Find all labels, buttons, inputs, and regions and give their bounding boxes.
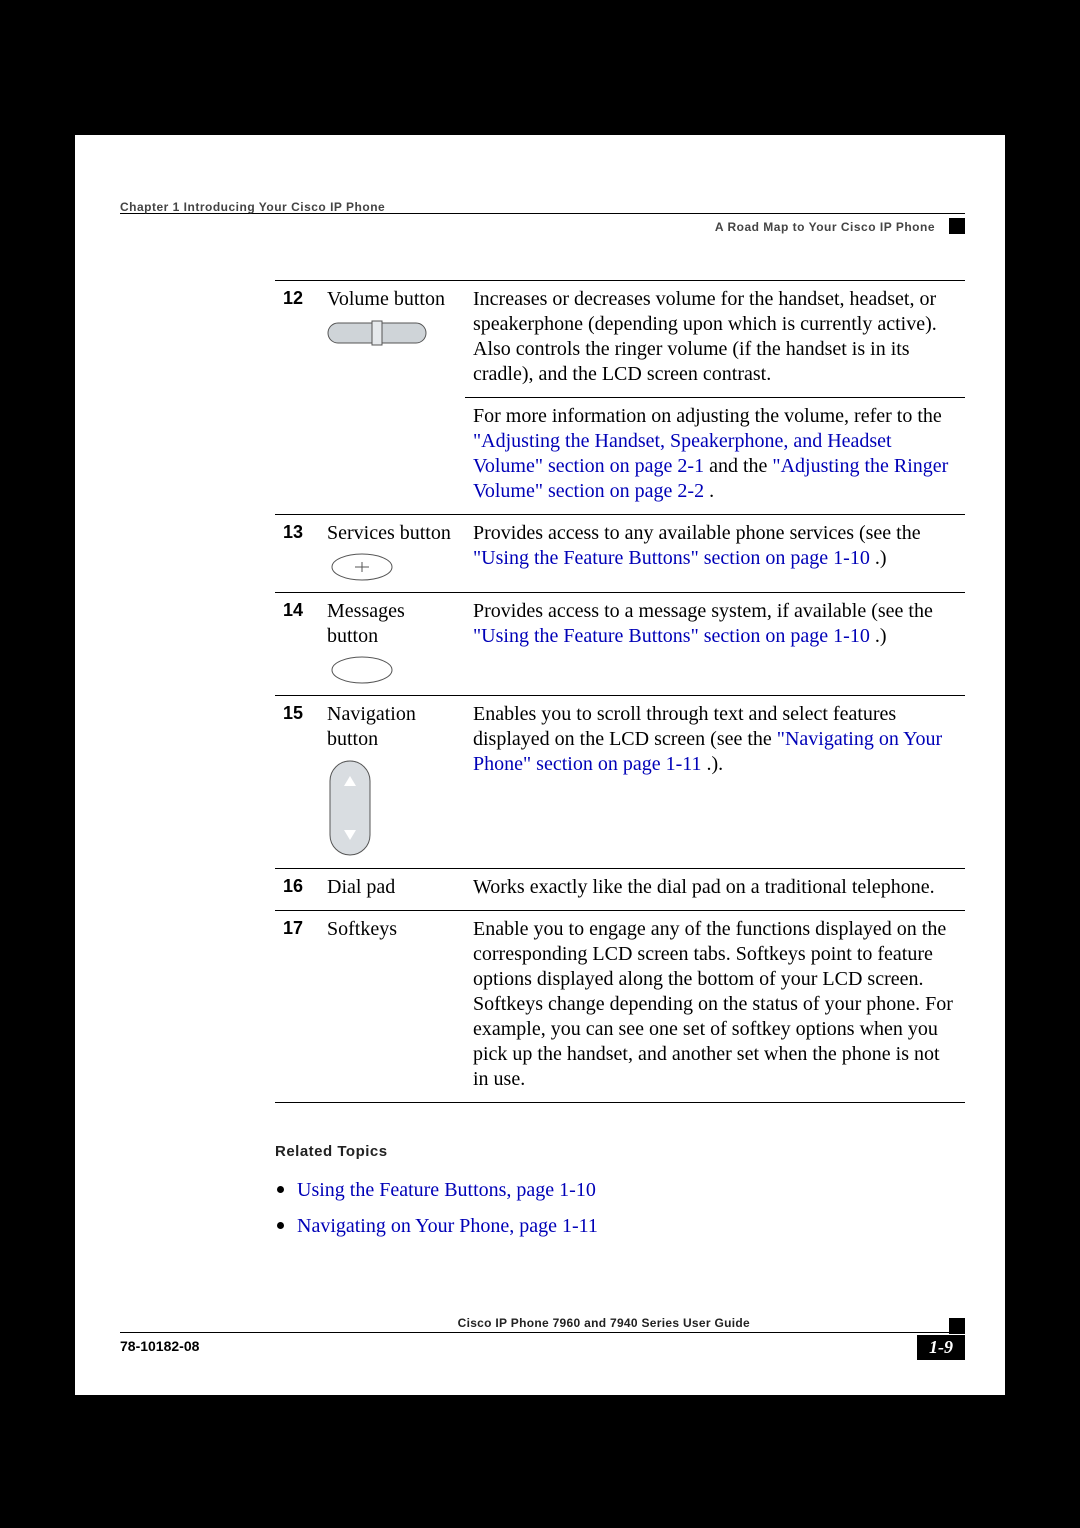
table-row: 13 Services button Provides access to an… — [275, 515, 965, 593]
footer-page-number: 1-9 — [917, 1335, 965, 1360]
row-name: Navigation button — [327, 703, 416, 750]
page-footer: Cisco IP Phone 7960 and 7940 Series User… — [120, 1320, 965, 1370]
desc-text: For more information on adjusting the vo… — [473, 405, 942, 427]
row-name: Services button — [327, 522, 451, 544]
xref-link[interactable]: "Using the Feature Buttons" section on p… — [473, 547, 870, 569]
row-name-cell: Volume button — [319, 281, 465, 515]
row-desc: Enables you to scroll through text and s… — [465, 696, 965, 869]
document-page: Chapter 1 Introducing Your Cisco IP Phon… — [75, 135, 1005, 1395]
header-marker-icon — [949, 218, 965, 234]
table-row: 17 Softkeys Enable you to engage any of … — [275, 911, 965, 1103]
footer-doc-number: 78-10182-08 — [120, 1338, 199, 1354]
row-name: Softkeys — [319, 911, 465, 1103]
navigation-button-icon — [327, 758, 457, 858]
desc-text: .). — [707, 753, 724, 775]
row-name: Volume button — [327, 288, 445, 310]
table-row: 12 Volume button Increases or decreases … — [275, 281, 965, 398]
row-number: 16 — [275, 869, 319, 911]
feature-table: 12 Volume button Increases or decreases … — [275, 280, 965, 1103]
desc-text: .) — [875, 547, 887, 569]
desc-text: Provides access to a message system, if … — [473, 600, 933, 622]
related-item: Navigating on Your Phone, page 1-11 — [297, 1206, 965, 1242]
xref-link[interactable]: Navigating on Your Phone, page 1-11 — [297, 1215, 598, 1237]
row-name-cell: Services button — [319, 515, 465, 593]
chapter-label: Chapter 1 Introducing Your Cisco IP Phon… — [120, 200, 385, 214]
table-row: 16 Dial pad Works exactly like the dial … — [275, 869, 965, 911]
row-name: Dial pad — [319, 869, 465, 911]
row-desc: Provides access to a message system, if … — [465, 593, 965, 696]
related-heading: Related Topics — [275, 1143, 965, 1160]
row-desc: Provides access to any available phone s… — [465, 515, 965, 593]
volume-button-icon — [327, 318, 457, 348]
row-number: 14 — [275, 593, 319, 696]
desc-text: Provides access to any available phone s… — [473, 522, 921, 544]
page-header: Chapter 1 Introducing Your Cisco IP Phon… — [75, 135, 1005, 235]
row-name-cell: Messages button — [319, 593, 465, 696]
related-topics: Related Topics Using the Feature Buttons… — [275, 1143, 965, 1242]
desc-text: . — [709, 480, 714, 502]
footer-guide-title: Cisco IP Phone 7960 and 7940 Series User… — [458, 1316, 750, 1330]
main-content: 12 Volume button Increases or decreases … — [275, 280, 965, 1242]
xref-link[interactable]: Using the Feature Buttons, page 1-10 — [297, 1179, 596, 1201]
row-desc: Works exactly like the dial pad on a tra… — [465, 869, 965, 911]
row-desc: For more information on adjusting the vo… — [465, 398, 965, 515]
related-item: Using the Feature Buttons, page 1-10 — [297, 1170, 965, 1206]
row-number: 17 — [275, 911, 319, 1103]
row-number: 12 — [275, 281, 319, 515]
services-button-icon — [327, 552, 457, 582]
row-number: 13 — [275, 515, 319, 593]
desc-text: and the — [709, 455, 772, 477]
row-desc: Enable you to engage any of the function… — [465, 911, 965, 1103]
row-desc: Increases or decreases volume for the ha… — [465, 281, 965, 398]
table-row: 14 Messages button Provides access to a … — [275, 593, 965, 696]
related-list: Using the Feature Buttons, page 1-10 Nav… — [275, 1170, 965, 1242]
row-name: Messages button — [327, 600, 405, 647]
table-row: 15 Navigation button Enables you to scro… — [275, 696, 965, 869]
xref-link[interactable]: "Using the Feature Buttons" section on p… — [473, 625, 870, 647]
messages-button-icon — [327, 655, 457, 685]
row-number: 15 — [275, 696, 319, 869]
row-name-cell: Navigation button — [319, 696, 465, 869]
desc-text: .) — [875, 625, 887, 647]
section-label: A Road Map to Your Cisco IP Phone — [715, 220, 935, 234]
footer-rule — [120, 1332, 965, 1333]
